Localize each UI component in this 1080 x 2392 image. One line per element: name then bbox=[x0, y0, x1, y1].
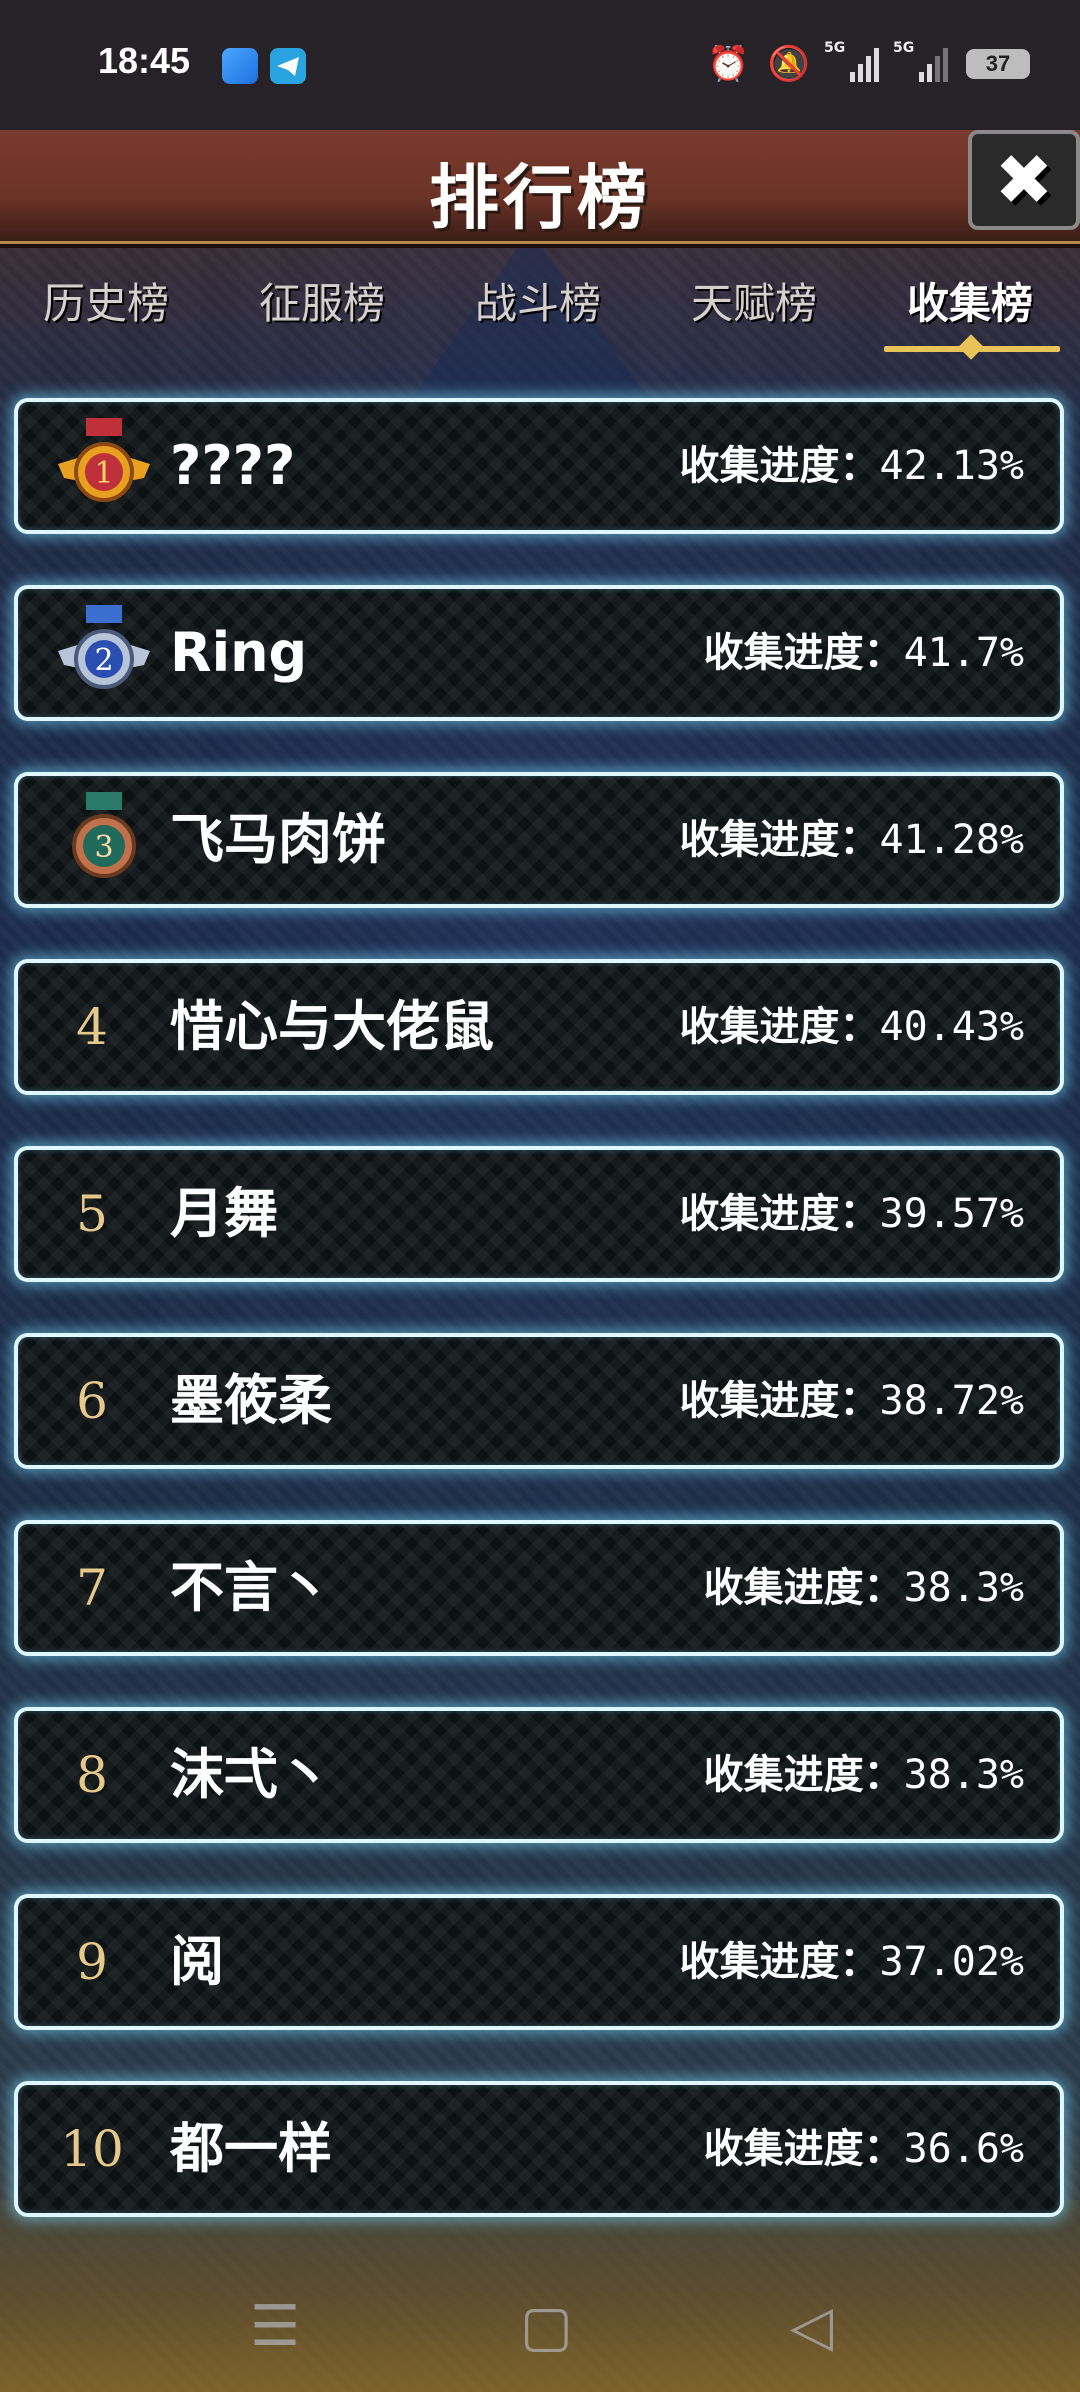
leaderboard-row[interactable]: 9 阅 收集进度：37.02% bbox=[14, 1894, 1064, 2030]
status-bar: 18:45 ⏰ 🔕 5G 5G 37 bbox=[0, 0, 1080, 130]
progress-value: 41.7% bbox=[903, 630, 1024, 676]
progress-value: 37.02% bbox=[879, 1939, 1025, 1985]
leaderboard-row[interactable]: 2 Ring 收集进度：41.7% bbox=[14, 585, 1064, 721]
gold-medal-icon: 1 bbox=[58, 418, 150, 502]
leaderboard-row[interactable]: 3 飞马肉饼 收集进度：41.28% bbox=[14, 772, 1064, 908]
player-name: 沫弌丶 bbox=[170, 1743, 332, 1806]
bell-muted-icon: 🔕 bbox=[767, 44, 810, 84]
leaderboard-row[interactable]: 8 沫弌丶 收集进度：38.3% bbox=[14, 1707, 1064, 1843]
progress-label: 收集进度： bbox=[679, 1939, 880, 1985]
tab-conquest[interactable]: 征服榜 bbox=[222, 270, 422, 331]
close-icon: ✖ bbox=[994, 139, 1054, 221]
bronze-medal-icon: 3 bbox=[72, 792, 136, 878]
leaderboard-row[interactable]: 10 都一样 收集进度：36.6% bbox=[14, 2081, 1064, 2217]
battery-level: 37 bbox=[985, 51, 1011, 76]
progress-label: 收集进度： bbox=[679, 1378, 880, 1424]
network-type-label: 5G bbox=[824, 40, 846, 56]
back-icon[interactable]: ◁ bbox=[790, 2294, 833, 2359]
player-name: Ring bbox=[170, 621, 308, 684]
progress-value: 38.3% bbox=[903, 1565, 1024, 1611]
tab-collection[interactable]: 收集榜 bbox=[870, 270, 1070, 331]
progress-value: 38.3% bbox=[903, 1752, 1024, 1798]
progress-label: 收集进度： bbox=[679, 1191, 880, 1237]
player-name: 都一样 bbox=[170, 2117, 332, 2180]
progress-value: 42.13% bbox=[879, 443, 1025, 489]
menu-icon[interactable]: ☰ bbox=[250, 2294, 300, 2359]
player-name: 惜心与大佬鼠 bbox=[170, 995, 494, 1058]
home-icon[interactable]: ▢ bbox=[520, 2294, 573, 2359]
svg-text:2: 2 bbox=[94, 643, 113, 678]
signal-icon: 5G bbox=[824, 40, 879, 82]
header: 排行榜 ✖ bbox=[0, 130, 1080, 248]
status-icons: ⏰ 🔕 5G 5G 37 bbox=[707, 40, 1030, 88]
page-title: 排行榜 bbox=[429, 157, 651, 239]
alarm-icon: ⏰ bbox=[707, 44, 750, 84]
progress-value: 41.28% bbox=[879, 817, 1025, 863]
collection-progress: 收集进度：42.13% bbox=[680, 402, 1025, 530]
collection-progress: 收集进度：39.57% bbox=[680, 1150, 1025, 1278]
progress-value: 40.43% bbox=[879, 1004, 1025, 1050]
tab-talent[interactable]: 天赋榜 bbox=[654, 270, 854, 331]
player-name: 月舞 bbox=[170, 1182, 278, 1245]
progress-value: 38.72% bbox=[879, 1378, 1025, 1424]
collection-progress: 收集进度：37.02% bbox=[680, 1898, 1025, 2026]
rank-number: 10 bbox=[60, 2120, 124, 2178]
collection-progress: 收集进度：41.7% bbox=[704, 589, 1024, 717]
player-name: 墨筱柔 bbox=[170, 1369, 332, 1432]
leaderboard-row[interactable]: 7 不言丶 收集进度：38.3% bbox=[14, 1520, 1064, 1656]
tab-bar: 历史榜 征服榜 战斗榜 天赋榜 收集榜 bbox=[0, 270, 1080, 360]
tab-history[interactable]: 历史榜 bbox=[6, 270, 206, 331]
svg-text:3: 3 bbox=[94, 830, 113, 865]
progress-label: 收集进度： bbox=[703, 2126, 904, 2172]
leaderboard-row[interactable]: 5 月舞 收集进度：39.57% bbox=[14, 1146, 1064, 1282]
progress-label: 收集进度： bbox=[703, 630, 904, 676]
rank-number: 5 bbox=[76, 1185, 108, 1243]
active-tab-indicator bbox=[884, 346, 1060, 352]
signal-icon: 5G bbox=[893, 40, 948, 82]
collection-progress: 收集进度：38.3% bbox=[704, 1524, 1024, 1652]
leaderboard-row[interactable]: 1 ???? 收集进度：42.13% bbox=[14, 398, 1064, 534]
rank-number: 6 bbox=[76, 1372, 108, 1430]
rank-number: 4 bbox=[76, 998, 108, 1056]
progress-label: 收集进度： bbox=[679, 1004, 880, 1050]
progress-label: 收集进度： bbox=[703, 1752, 904, 1798]
leaderboard-row[interactable]: 6 墨筱柔 收集进度：38.72% bbox=[14, 1333, 1064, 1469]
progress-label: 收集进度： bbox=[679, 443, 880, 489]
collection-progress: 收集进度：41.28% bbox=[680, 776, 1025, 904]
battery-icon: 37 bbox=[966, 49, 1030, 79]
player-name: 飞马肉饼 bbox=[170, 808, 386, 871]
network-type-label: 5G bbox=[893, 40, 915, 56]
player-name: 阅 bbox=[170, 1930, 224, 1993]
progress-label: 收集进度： bbox=[679, 817, 880, 863]
tab-battle[interactable]: 战斗榜 bbox=[438, 270, 638, 331]
status-time: 18:45 bbox=[98, 40, 191, 81]
telegram-icon bbox=[270, 48, 306, 84]
collection-progress: 收集进度：40.43% bbox=[680, 963, 1025, 1091]
collection-progress: 收集进度：38.3% bbox=[704, 1711, 1024, 1839]
silver-medal-icon: 2 bbox=[58, 605, 150, 689]
rank-number: 8 bbox=[76, 1746, 108, 1804]
close-button[interactable]: ✖ bbox=[968, 130, 1080, 230]
player-name: 不言丶 bbox=[170, 1556, 332, 1619]
rank-number: 7 bbox=[76, 1559, 108, 1617]
progress-value: 39.57% bbox=[879, 1191, 1025, 1237]
collection-progress: 收集进度：36.6% bbox=[704, 2085, 1024, 2213]
progress-label: 收集进度： bbox=[703, 1565, 904, 1611]
rank-number: 9 bbox=[76, 1933, 108, 1991]
system-nav-bar: ☰ ▢ ◁ bbox=[0, 2264, 1080, 2392]
player-name: ???? bbox=[170, 434, 296, 497]
svg-text:1: 1 bbox=[94, 456, 113, 491]
app-notification-icon bbox=[222, 48, 258, 84]
progress-value: 36.6% bbox=[903, 2126, 1024, 2172]
collection-progress: 收集进度：38.72% bbox=[680, 1337, 1025, 1465]
leaderboard-row[interactable]: 4 惜心与大佬鼠 收集进度：40.43% bbox=[14, 959, 1064, 1095]
